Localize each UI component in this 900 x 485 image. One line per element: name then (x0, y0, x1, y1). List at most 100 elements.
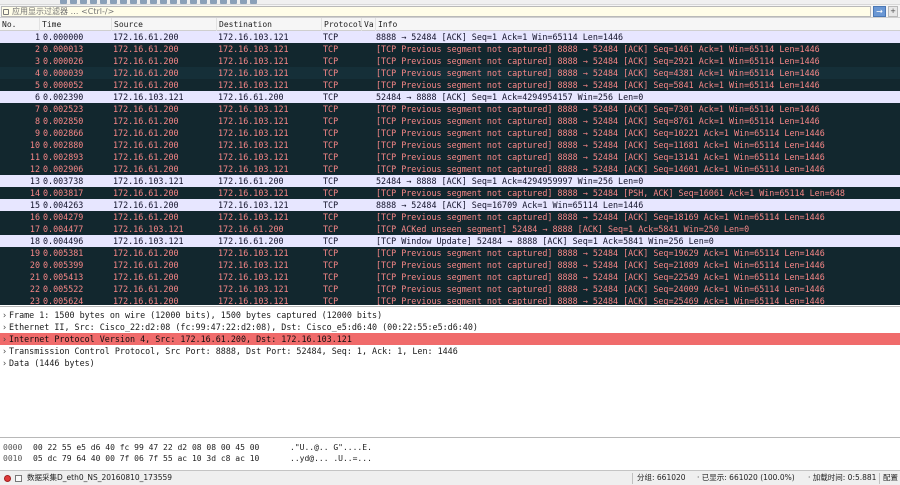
packet-row[interactable]: 16 0.004279 172.16.61.200 172.16.103.121 TCP… (0, 211, 900, 223)
hex-ascii[interactable]: ."U..@.. G"....E. (290, 442, 390, 453)
packet-row[interactable]: 20 0.005399 172.16.61.200 172.16.103.121 TCP… (0, 259, 900, 271)
column-header-protocol[interactable]: Protocol (322, 18, 363, 31)
packet-info: [TCP Previous segment not captured] 8888… (376, 104, 820, 114)
packet-destination: 172.16.103.121 (218, 116, 289, 126)
toolbar-button-icon[interactable] (110, 0, 117, 4)
packet-row[interactable]: 2 0.000013 172.16.61.200 172.16.103.121 TCP [… (0, 43, 900, 55)
packet-row[interactable]: 14 0.003817 172.16.61.200 172.16.103.121 TCP… (0, 187, 900, 199)
toolbar-button-icon[interactable] (210, 0, 217, 4)
toolbar-button-icon[interactable] (190, 0, 197, 4)
packet-protocol: TCP (323, 44, 339, 54)
packet-time: 0.000039 (43, 68, 84, 78)
packet-source: 172.16.61.200 (113, 80, 179, 90)
packet-row[interactable]: 12 0.002906 172.16.61.200 172.16.103.121 TCP… (0, 163, 900, 175)
packet-number: 8 (34, 116, 40, 126)
packet-row[interactable]: 9 0.002866 172.16.61.200 172.16.103.121 TCP [… (0, 127, 900, 139)
toolbar-button-icon[interactable] (240, 0, 247, 4)
toolbar-button-icon[interactable] (230, 0, 237, 4)
column-header-length[interactable]: Va (362, 18, 376, 31)
toolbar-button-icon[interactable] (90, 0, 97, 4)
expand-arrow-icon[interactable]: › (2, 309, 9, 321)
expand-arrow-icon[interactable]: › (2, 357, 9, 369)
add-expression-button[interactable]: + (888, 6, 898, 17)
packet-source: 172.16.61.200 (113, 68, 179, 78)
packet-destination: 172.16.103.121 (218, 248, 289, 258)
expert-info-icon[interactable] (4, 475, 11, 482)
toolbar-button-icon[interactable] (160, 0, 167, 4)
packet-info: [TCP Previous segment not captured] 8888… (376, 128, 825, 138)
packet-row[interactable]: 8 0.002850 172.16.61.200 172.16.103.121 TCP [… (0, 115, 900, 127)
column-header-info[interactable]: Info (376, 18, 900, 31)
toolbar-button-icon[interactable] (140, 0, 147, 4)
status-profile[interactable]: 配置 (883, 471, 898, 485)
toolbar-button-icon[interactable] (170, 0, 177, 4)
packet-number: 21 (29, 272, 40, 282)
packet-row[interactable]: 4 0.000039 172.16.61.200 172.16.103.121 TCP [… (0, 67, 900, 79)
column-header-destination[interactable]: Destination (217, 18, 322, 31)
packet-row[interactable]: 5 0.000052 172.16.61.200 172.16.103.121 TCP [… (0, 79, 900, 91)
toolbar-button-icon[interactable] (80, 0, 87, 4)
toolbar-button-icon[interactable] (200, 0, 207, 4)
detail-tree-item[interactable]: › Transmission Control Protocol, Src Port… (0, 345, 900, 357)
display-filter-input[interactable] (1, 6, 871, 17)
packet-row[interactable]: 1 0.000000 172.16.61.200 172.16.103.121 TCP 8… (0, 31, 900, 43)
expand-arrow-icon[interactable]: › (2, 345, 9, 357)
packet-row[interactable]: 19 0.005381 172.16.61.200 172.16.103.121 TCP… (0, 247, 900, 259)
packet-row[interactable]: 11 0.002893 172.16.61.200 172.16.103.121 TCP… (0, 151, 900, 163)
toolbar-button-icon[interactable] (60, 0, 67, 4)
detail-tree-item[interactable]: › Ethernet II, Src: Cisco_22:d2:08 (fc:99… (0, 321, 900, 333)
packet-row[interactable]: 10 0.002880 172.16.61.200 172.16.103.121 TCP… (0, 139, 900, 151)
status-bar: 数据采集D_eth0_NS_20160810_173559 分组: 661020… (0, 470, 900, 485)
detail-tree-item[interactable]: › Data (1446 bytes) (0, 357, 900, 369)
packet-row[interactable]: 22 0.005522 172.16.61.200 172.16.103.121 TCP… (0, 283, 900, 295)
capture-comment-icon[interactable] (15, 475, 22, 482)
packet-time: 0.005413 (43, 272, 84, 282)
packet-row[interactable]: 13 0.003738 172.16.103.121 172.16.61.200 TCP… (0, 175, 900, 187)
toolbar-button-icon[interactable] (70, 0, 77, 4)
packet-row[interactable]: 23 0.005624 172.16.61.200 172.16.103.121 TCP… (0, 295, 900, 305)
toolbar-button-icon[interactable] (220, 0, 227, 4)
column-header-no[interactable]: No. (0, 18, 40, 31)
toolbar-button-icon[interactable] (250, 0, 257, 4)
packet-number: 13 (29, 176, 40, 186)
hex-bytes[interactable]: 05 dc 79 64 40 00 7f 06 7f 55 ac 10 3d c… (33, 453, 283, 464)
packet-number: 18 (29, 236, 40, 246)
toolbar-button-icon[interactable] (130, 0, 137, 4)
packet-time: 0.004496 (43, 236, 84, 246)
detail-tree-item[interactable]: › Frame 1: 1500 bytes on wire (12000 bits… (0, 309, 900, 321)
column-header-time[interactable]: Time (40, 18, 112, 31)
packet-number: 22 (29, 284, 40, 294)
packet-protocol: TCP (323, 296, 339, 305)
packet-row[interactable]: 21 0.005413 172.16.61.200 172.16.103.121 TCP… (0, 271, 900, 283)
packet-info: [TCP Previous segment not captured] 8888… (376, 68, 820, 78)
packet-row[interactable]: 18 0.004496 172.16.103.121 172.16.61.200 TCP… (0, 235, 900, 247)
packet-source: 172.16.61.200 (113, 164, 179, 174)
packet-destination: 172.16.61.200 (218, 176, 284, 186)
hex-offset[interactable]: 0010 (3, 453, 29, 464)
hex-bytes[interactable]: 00 22 55 e5 d6 40 fc 99 47 22 d2 08 08 0… (33, 442, 283, 453)
toolbar-button-icon[interactable] (100, 0, 107, 4)
packet-number: 5 (34, 80, 40, 90)
packet-row[interactable]: 15 0.004263 172.16.61.200 172.16.103.121 TCP… (0, 199, 900, 211)
expand-arrow-icon[interactable]: › (2, 321, 9, 333)
toolbar-button-icon[interactable] (180, 0, 187, 4)
packet-protocol: TCP (323, 92, 339, 102)
packet-row[interactable]: 3 0.000026 172.16.61.200 172.16.103.121 TCP [… (0, 55, 900, 67)
detail-tree-item[interactable]: › Internet Protocol Version 4, Src: 172.1… (0, 333, 900, 345)
packet-number: 14 (29, 188, 40, 198)
toolbar-button-icon[interactable] (150, 0, 157, 4)
packet-list-header: No. Time Source Destination Protocol Va … (0, 18, 900, 31)
apply-filter-button[interactable]: → (873, 6, 886, 17)
packet-row[interactable]: 7 0.002523 172.16.61.200 172.16.103.121 TCP [… (0, 103, 900, 115)
hex-ascii[interactable]: ..yd@... .U..=... (290, 453, 390, 464)
packet-number: 15 (29, 200, 40, 210)
expand-arrow-icon[interactable]: › (2, 333, 9, 345)
packet-time: 0.002390 (43, 92, 84, 102)
column-header-source[interactable]: Source (112, 18, 217, 31)
hex-offset[interactable]: 0000 (3, 442, 29, 453)
toolbar-button-icon[interactable] (120, 0, 127, 4)
packet-protocol: TCP (323, 248, 339, 258)
packet-row[interactable]: 6 0.002390 172.16.103.121 172.16.61.200 TCP 5… (0, 91, 900, 103)
bookmark-icon[interactable] (3, 9, 9, 15)
packet-row[interactable]: 17 0.004477 172.16.103.121 172.16.61.200 TCP… (0, 223, 900, 235)
